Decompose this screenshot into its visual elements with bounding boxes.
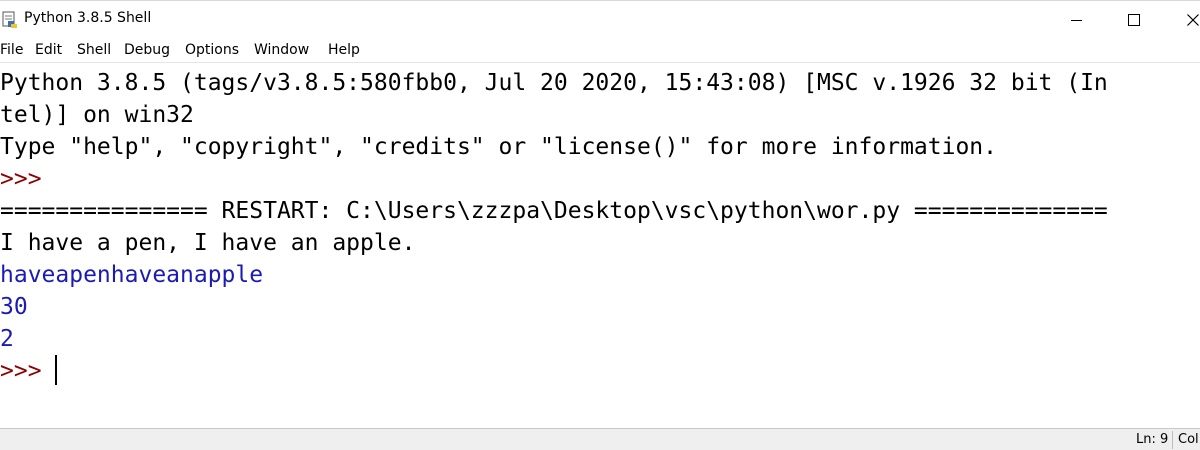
banner-line: Python 3.8.5 (tags/v3.8.5:580fbb0, Jul 2… xyxy=(0,70,1108,96)
python-idle-icon xyxy=(2,11,17,28)
menu-window[interactable]: Window xyxy=(254,42,309,58)
output-line: 2 xyxy=(0,326,14,352)
output-line: 30 xyxy=(0,294,28,320)
maximize-button[interactable] xyxy=(1105,1,1163,39)
shell-prompt: >>> xyxy=(0,358,56,384)
status-bar: Ln: 9 Col xyxy=(0,428,1200,450)
line-number-indicator: Ln: 9 xyxy=(1136,432,1169,447)
idle-shell-window: Python 3.8.5 Shell File Edit Shell Debug… xyxy=(0,0,1200,450)
window-title: Python 3.8.5 Shell xyxy=(24,10,152,26)
text-cursor xyxy=(55,355,57,385)
minimize-icon xyxy=(1071,20,1082,21)
close-button[interactable] xyxy=(1163,1,1200,39)
menu-debug[interactable]: Debug xyxy=(124,42,170,58)
close-icon xyxy=(1187,14,1199,26)
shell-prompt: >>> xyxy=(0,166,42,192)
menu-bar: File Edit Shell Debug Options Window Hel… xyxy=(0,38,1200,63)
status-divider xyxy=(1172,431,1173,449)
column-indicator: Col xyxy=(1178,432,1199,447)
banner-line: Type "help", "copyright", "credits" or "… xyxy=(0,134,997,160)
title-bar[interactable]: Python 3.8.5 Shell xyxy=(0,0,1200,39)
restart-line: =============== RESTART: C:\Users\zzzpa\… xyxy=(0,198,1108,224)
shell-text-area[interactable]: Python 3.8.5 (tags/v3.8.5:580fbb0, Jul 2… xyxy=(0,63,1200,428)
menu-file[interactable]: File xyxy=(0,42,23,58)
maximize-icon xyxy=(1128,14,1140,26)
output-line: haveapenhaveanapple xyxy=(0,262,264,288)
menu-edit[interactable]: Edit xyxy=(35,42,62,58)
menu-options[interactable]: Options xyxy=(185,42,239,58)
minimize-button[interactable] xyxy=(1047,1,1105,39)
menu-shell[interactable]: Shell xyxy=(77,42,111,58)
output-line: I have a pen, I have an apple. xyxy=(0,230,416,256)
menu-help[interactable]: Help xyxy=(328,42,360,58)
banner-line: tel)] on win32 xyxy=(0,102,194,128)
